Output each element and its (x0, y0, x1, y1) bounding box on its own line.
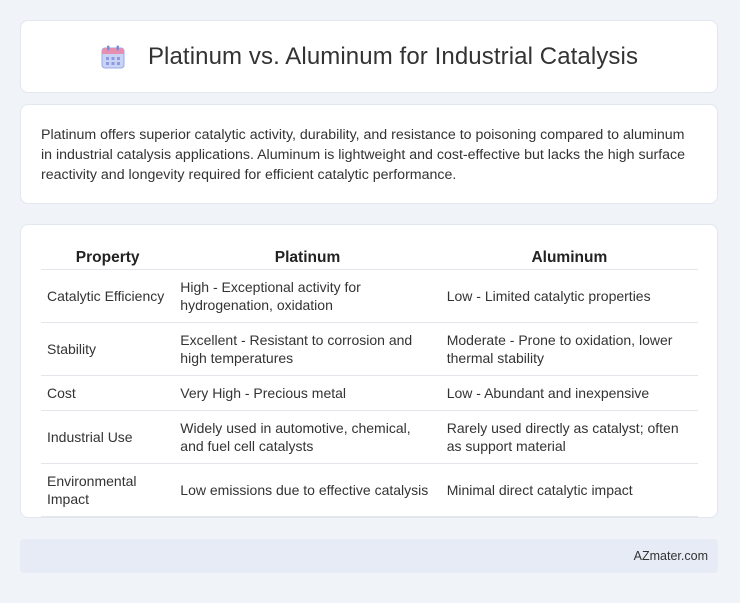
footer-site-link[interactable]: AZmater.com (634, 549, 708, 563)
comparison-table: Property Platinum Aluminum Catalytic Eff… (41, 243, 698, 517)
table-row: Cost Very High - Precious metal Low - Ab… (41, 376, 698, 411)
table-cell-aluminum: Rarely used directly as catalyst; often … (440, 411, 698, 464)
table-cell-property: Catalytic Efficiency (41, 270, 175, 323)
table-cell-property: Industrial Use (41, 411, 175, 464)
table-cell-platinum: Widely used in automotive, chemical, and… (174, 411, 441, 464)
intro-text: Platinum offers superior catalytic activ… (41, 127, 686, 183)
table-cell-aluminum: Moderate - Prone to oxidation, lower the… (440, 323, 698, 376)
calendar-icon (100, 44, 126, 70)
table-row: Stability Excellent - Resistant to corro… (41, 323, 698, 376)
header-aluminum: Aluminum (440, 243, 698, 270)
table-cell-platinum: Low emissions due to effective catalysis (174, 464, 441, 517)
table-cell-property: Stability (41, 323, 175, 376)
table-row: Catalytic Efficiency High - Exceptional … (41, 270, 698, 323)
table-header-row: Property Platinum Aluminum (41, 243, 698, 270)
table-cell-aluminum: Low - Limited catalytic properties (440, 270, 698, 323)
header-card: Platinum vs. Aluminum for Industrial Cat… (20, 20, 718, 93)
title-wrap: Platinum vs. Aluminum for Industrial Cat… (100, 43, 638, 71)
table-cell-platinum: Excellent - Resistant to corrosion and h… (174, 323, 441, 376)
table-cell-platinum: High - Exceptional activity for hydrogen… (174, 270, 441, 323)
page-title: Platinum vs. Aluminum for Industrial Cat… (147, 42, 639, 70)
table-card: Property Platinum Aluminum Catalytic Eff… (20, 224, 718, 518)
table-cell-property: Cost (41, 376, 175, 411)
table-row: Industrial Use Widely used in automotive… (41, 411, 698, 464)
header-property: Property (41, 243, 175, 270)
table-cell-aluminum: Minimal direct catalytic impact (440, 464, 698, 517)
table-row: Environmental Impact Low emissions due t… (41, 464, 698, 517)
table-cell-aluminum: Low - Abundant and inexpensive (440, 376, 698, 411)
footer-bar: AZmater.com (20, 539, 718, 573)
header-platinum: Platinum (174, 243, 441, 270)
intro-card: Platinum offers superior catalytic activ… (20, 104, 718, 204)
table-cell-property: Environmental Impact (41, 464, 175, 517)
table-cell-platinum: Very High - Precious metal (174, 376, 441, 411)
